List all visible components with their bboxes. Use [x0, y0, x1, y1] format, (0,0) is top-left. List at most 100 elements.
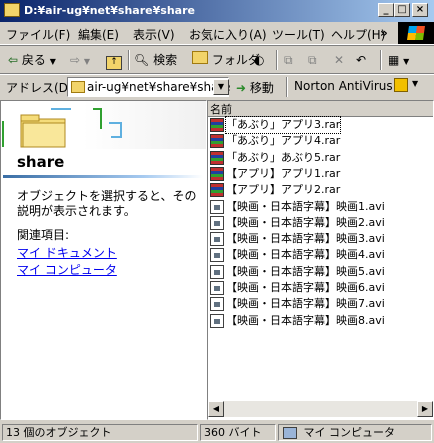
search-icon: 🔍︎: [134, 53, 150, 67]
my-computer-link[interactable]: マイ コンピュータ: [17, 261, 117, 278]
file-name: 【映画・日本語字幕】映画5.avi: [226, 264, 385, 278]
go-arrow-icon: ➜: [236, 81, 247, 95]
delete-button[interactable]: ✕: [334, 50, 344, 70]
file-name: 【映画・日本語字幕】映画2.avi: [226, 215, 385, 229]
address-input[interactable]: air-ug¥net¥share¥share: [67, 77, 231, 97]
file-name: 【映画・日本語字幕】映画4.avi: [226, 248, 385, 262]
menu-favorites[interactable]: お気に入り(A): [189, 26, 267, 43]
folder-title: share: [17, 153, 65, 171]
views-icon: ▦: [388, 53, 400, 67]
scroll-right-button[interactable]: ▶: [417, 401, 433, 417]
rar-archive-icon: [210, 134, 224, 149]
chevron-down-icon[interactable]: ▼: [412, 79, 418, 88]
history-button[interactable]: ◐: [254, 50, 264, 70]
toolbar: ⇦ 戻る ▼ ⇨ ▼ ↑ 🔍︎ 検索 フォルダ ◐ ⧉ ⧉ ✕ ↶ ▦ ▼: [0, 46, 434, 74]
scroll-left-button[interactable]: ◀: [208, 401, 224, 417]
maximize-button[interactable]: □: [394, 3, 410, 17]
video-file-icon: [210, 232, 224, 247]
file-name: 【映画・日本語字幕】映画6.avi: [226, 281, 385, 294]
menu-overflow-chevron-icon[interactable]: »: [380, 26, 388, 40]
move-to-icon: ⧉: [284, 53, 293, 67]
file-name: 「あぶり」アプリ3.rar: [224, 116, 342, 134]
menu-tools[interactable]: ツール(T): [272, 26, 325, 43]
file-list-pane: 名前 「あぶり」アプリ3.rar 「あぶり」アプリ4.rar 「あぶり」あぶり5.r…: [207, 100, 434, 420]
views-button[interactable]: ▦ ▼: [388, 50, 409, 70]
undo-button[interactable]: ↶: [356, 50, 366, 70]
video-file-icon: [210, 297, 224, 312]
banner-graphic: [2, 108, 122, 148]
copy-to-button[interactable]: ⧉: [308, 50, 317, 70]
file-name: 「あぶり」あぶり5.rar: [226, 150, 341, 164]
rar-archive-icon: [210, 183, 224, 198]
windows-logo-icon: [398, 22, 434, 44]
file-name: 「あぶり」アプリ4.rar: [226, 134, 341, 148]
back-button[interactable]: ⇦ 戻る ▼: [8, 50, 56, 70]
folders-icon: [192, 51, 208, 64]
norton-icon[interactable]: [394, 78, 408, 92]
video-file-icon: [210, 264, 224, 279]
chevron-down-icon: ▼: [49, 57, 56, 66]
move-to-button[interactable]: ⧉: [284, 50, 293, 70]
toolbar-separator: [286, 77, 288, 97]
file-name: 【映画・日本語字幕】映画7.avi: [226, 297, 385, 311]
window-title: D:¥air-ug¥net¥share¥share: [24, 4, 195, 17]
chevron-down-icon: ▼: [403, 57, 410, 66]
title-divider: [3, 175, 203, 178]
chevron-down-icon: ▼: [83, 57, 91, 66]
status-size: 360 バイト: [200, 424, 276, 441]
column-header-label: 名前: [210, 103, 232, 116]
copy-to-icon: ⧉: [308, 53, 317, 67]
toolbar-separator: [128, 50, 130, 70]
folders-button[interactable]: フォルダ: [192, 50, 260, 70]
file-list: 「あぶり」アプリ3.rar 「あぶり」アプリ4.rar 「あぶり」あぶり5.rar 【…: [208, 116, 433, 399]
video-file-icon: [210, 281, 224, 295]
description-text: オブジェクトを選択すると、その説明が表示されます。: [17, 189, 197, 218]
title-bar[interactable]: D:¥air-ug¥net¥share¥share _ □ ×: [0, 0, 434, 22]
forward-button[interactable]: ⇨ ▼: [70, 50, 90, 70]
address-dropdown-button[interactable]: ▼: [213, 79, 229, 95]
rar-archive-icon: [210, 118, 224, 132]
status-object-count: 13 個のオブジェクト: [2, 424, 198, 441]
go-button[interactable]: ➜ 移動: [236, 79, 274, 96]
menu-file[interactable]: ファイル(F): [6, 26, 70, 43]
toolbar-separator: [276, 50, 278, 70]
file-name: 【アプリ】アプリ1.rar: [226, 166, 341, 180]
status-location: マイ コンピュータ: [278, 424, 432, 441]
address-value: air-ug¥net¥share¥share: [87, 80, 231, 94]
norton-antivirus-link[interactable]: Norton AntiVirus: [294, 79, 393, 93]
up-folder-button[interactable]: ↑: [106, 50, 122, 70]
toolbar-separator: [380, 50, 382, 70]
undo-icon: ↶: [356, 53, 367, 67]
related-label: 関連項目:: [17, 228, 70, 242]
menu-view[interactable]: 表示(V): [133, 26, 175, 43]
folder-icon: [71, 81, 85, 93]
menu-help[interactable]: ヘルプ(H): [331, 26, 385, 43]
horizontal-scrollbar[interactable]: ◀ ▶: [208, 401, 433, 417]
delete-icon: ✕: [334, 53, 345, 67]
back-arrow-icon: ⇦: [8, 53, 19, 67]
file-name: 【映画・日本語字幕】映画3.avi: [226, 232, 385, 246]
column-header-name[interactable]: 名前: [208, 101, 433, 117]
search-button[interactable]: 🔍︎ 検索: [134, 50, 177, 70]
my-documents-link[interactable]: マイ ドキュメント: [17, 244, 117, 261]
file-name: 【映画・日本語字幕】映画8.avi: [226, 313, 385, 327]
file-name: 【アプリ】アプリ2.rar: [226, 183, 341, 197]
minimize-button[interactable]: _: [378, 3, 394, 17]
address-bar: アドレス(D) air-ug¥net¥share¥share ▼ ➜ 移動 No…: [0, 74, 434, 99]
menu-bar: ファイル(F) 編集(E) 表示(V) お気に入り(A) ツール(T) ヘルプ(…: [0, 22, 434, 45]
address-label: アドレス(D): [6, 81, 73, 95]
video-file-icon: [210, 199, 224, 214]
rar-archive-icon: [210, 150, 224, 165]
file-name: 【映画・日本語字幕】映画1.avi: [226, 199, 385, 213]
menu-edit[interactable]: 編集(E): [78, 26, 119, 43]
rar-archive-icon: [210, 166, 224, 181]
video-file-icon: [210, 313, 224, 328]
close-button[interactable]: ×: [412, 3, 428, 17]
video-file-icon: [210, 215, 224, 230]
up-folder-icon: ↑: [106, 56, 122, 70]
video-file-icon: [210, 248, 224, 263]
folder-banner: [1, 101, 206, 149]
history-icon: ◐: [254, 53, 265, 67]
my-computer-icon: [283, 427, 297, 439]
forward-arrow-icon: ⇨: [70, 53, 81, 67]
